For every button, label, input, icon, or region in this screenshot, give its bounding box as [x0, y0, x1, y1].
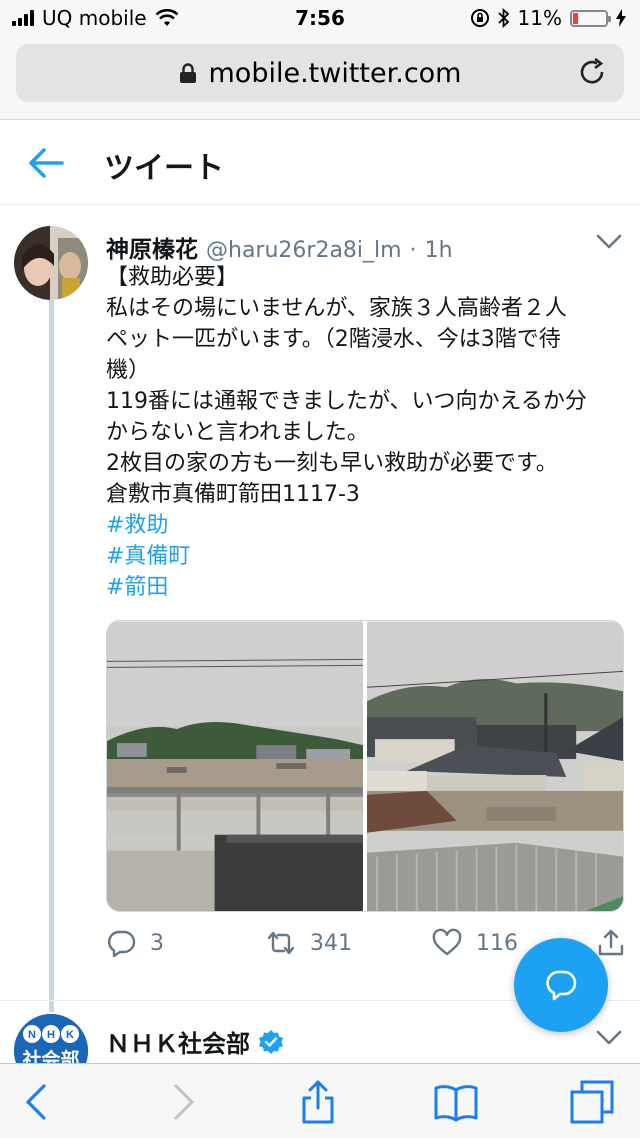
like-count: 116 — [476, 930, 518, 956]
flood-photo-1[interactable] — [107, 621, 363, 912]
bookmarks-icon[interactable] — [434, 1080, 478, 1124]
tweet-line: 【救助必要】 — [106, 265, 239, 290]
tweet-line: 2枚目の家の方も一刻も早い救助が必要です。 — [106, 451, 558, 476]
status-right: 11% — [470, 6, 626, 30]
share-icon — [598, 929, 624, 956]
safari-forward-icon[interactable] — [160, 1080, 204, 1124]
tweet-line: ペット一匹がいます。（2階浸水、今は3階で待 — [106, 327, 561, 352]
hashtag-link[interactable]: #救助 — [106, 510, 628, 541]
compose-message-icon — [546, 970, 577, 1001]
svg-text:H: H — [47, 1029, 55, 1041]
flood-photo-2[interactable] — [367, 621, 623, 912]
tweet-media — [106, 620, 624, 912]
separator-dot: · — [409, 238, 417, 263]
reply-button[interactable]: 3 — [106, 928, 164, 958]
tweet-time[interactable]: 1h — [425, 238, 453, 263]
retweet-button[interactable]: 341 — [266, 928, 352, 958]
status-bar: UQ mobile 7:56 11% — [0, 0, 640, 36]
tweet-line: からないと言われました。 — [106, 420, 369, 445]
share-button[interactable] — [596, 928, 626, 958]
chevron-down-icon[interactable] — [596, 1030, 622, 1046]
lock-icon — [179, 63, 196, 83]
thread-line — [49, 300, 54, 1012]
safari-share-icon[interactable] — [296, 1080, 340, 1124]
like-icon — [432, 928, 462, 956]
retweet-icon — [267, 931, 295, 955]
back-arrow-icon[interactable] — [28, 147, 64, 179]
tweet-line: 私はその場にいませんが、家族３人高齢者２人 — [106, 296, 567, 321]
browser-toolbar — [0, 1063, 640, 1138]
chevron-down-icon[interactable] — [596, 234, 622, 250]
tweet-line: 機） — [106, 358, 151, 383]
tweet-line: 倉敷市真備町箭田1117-3 — [106, 482, 360, 507]
battery-icon — [570, 9, 611, 27]
browser-chrome: mobile.twitter.com — [0, 36, 640, 120]
next-tweet-author: ＮＨＫ社会部 — [106, 1024, 284, 1059]
safari-back-icon[interactable] — [16, 1080, 60, 1124]
avatar[interactable] — [14, 226, 88, 300]
svg-text:N: N — [28, 1029, 36, 1041]
author-handle[interactable]: @haru26r2a8i_lm — [206, 238, 402, 263]
author-name[interactable]: 神原榛花 — [106, 230, 198, 264]
tabs-icon[interactable] — [570, 1080, 614, 1124]
reply-icon — [107, 930, 136, 958]
rotation-lock-icon — [470, 9, 489, 27]
tweet-author-row: 神原榛花 @haru26r2a8i_lm · 1h — [106, 230, 453, 264]
svg-text:K: K — [66, 1029, 74, 1041]
like-button[interactable]: 116 — [432, 928, 518, 958]
next-author-name[interactable]: ＮＨＫ社会部 — [106, 1024, 250, 1059]
hashtag-link[interactable]: #箭田 — [106, 572, 628, 603]
battery-percent: 11% — [517, 6, 562, 30]
address-bar[interactable]: mobile.twitter.com — [16, 44, 624, 102]
verified-icon — [259, 1029, 283, 1054]
charging-icon — [616, 9, 626, 27]
hashtag-link[interactable]: #真備町 — [106, 541, 628, 572]
page-header: ツイート — [0, 121, 640, 205]
reload-icon[interactable] — [578, 58, 608, 88]
tweet-text: 【救助必要】 私はその場にいませんが、家族３人高齢者２人 ペット一匹がいます。（… — [106, 262, 628, 603]
retweet-count: 341 — [310, 930, 352, 956]
url-text: mobile.twitter.com — [208, 57, 462, 89]
tweet-line: 119番には通報できましたが、いつ向かえるか分 — [106, 389, 587, 414]
compose-message-button[interactable] — [514, 938, 608, 1032]
bluetooth-icon — [497, 8, 509, 28]
page-title: ツイート — [104, 151, 224, 186]
reply-count: 3 — [150, 930, 164, 956]
